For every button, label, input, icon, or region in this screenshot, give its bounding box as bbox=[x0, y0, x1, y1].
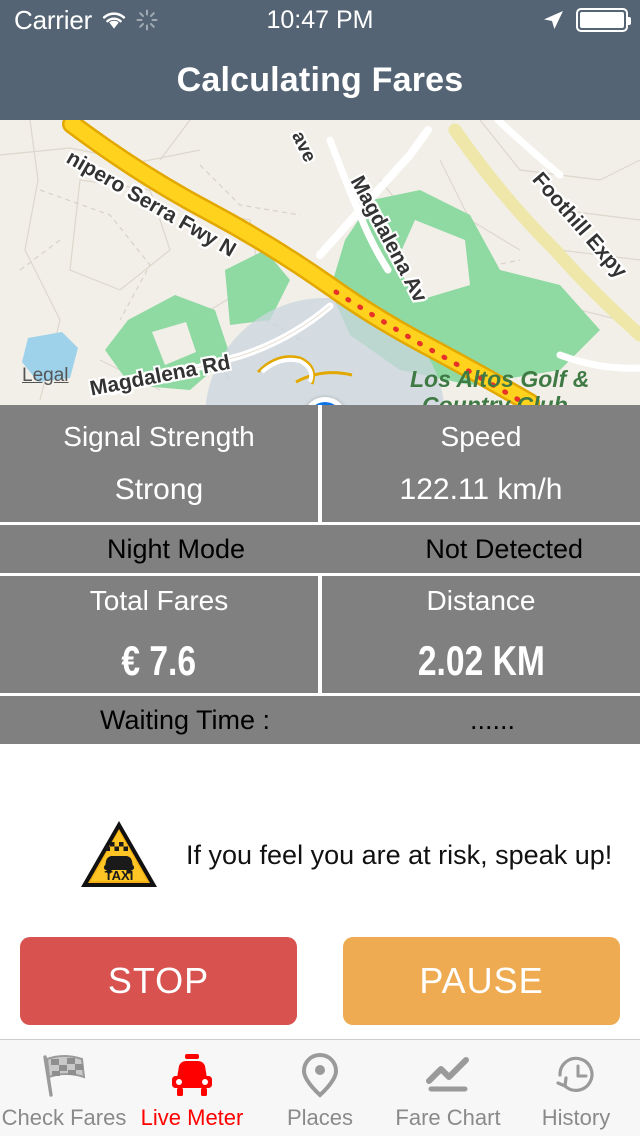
waiting-time-value: ...... bbox=[470, 705, 516, 735]
navigation-bar: Calculating Fares bbox=[0, 40, 640, 120]
metrics-row-fares-distance: Total Fares € 7.6 Distance 2.02 KM bbox=[0, 576, 640, 693]
page-title: Calculating Fares bbox=[176, 60, 464, 99]
map-canvas bbox=[0, 120, 640, 405]
tab-label-fare-chart: Fare Chart bbox=[395, 1105, 501, 1130]
signal-strength-label: Signal Strength bbox=[63, 420, 255, 452]
night-mode-label: Night Mode bbox=[107, 534, 246, 564]
pause-button[interactable]: PAUSE bbox=[343, 937, 620, 1025]
distance-value: 2.02 KM bbox=[417, 636, 545, 684]
speed-label: Speed bbox=[440, 420, 522, 452]
line-chart-icon bbox=[420, 1051, 476, 1099]
stop-button[interactable]: STOP bbox=[20, 937, 297, 1025]
tab-live-meter[interactable]: Live Meter bbox=[128, 1040, 256, 1136]
taxi-warning-triangle-icon: TAXI bbox=[77, 817, 161, 893]
waiting-time-cell bbox=[0, 696, 640, 744]
distance-cell: Distance 2.02 KM bbox=[322, 576, 640, 693]
metrics-row-signal-speed: Signal Strength Strong Speed 122.11 km/h bbox=[0, 405, 640, 522]
taxi-icon-text: TAXI bbox=[105, 868, 134, 883]
speed-cell: Speed 122.11 km/h bbox=[322, 405, 640, 522]
tab-label-history: History bbox=[541, 1105, 611, 1130]
tab-check-fares[interactable]: Check Fares bbox=[0, 1040, 128, 1136]
map-pin-icon bbox=[292, 1051, 348, 1099]
signal-strength-cell: Signal Strength Strong bbox=[0, 405, 318, 522]
taxi-car-icon bbox=[164, 1051, 220, 1099]
safety-warning: TAXI If you feel you are at risk, speak … bbox=[0, 800, 640, 910]
tab-places[interactable]: Places bbox=[256, 1040, 384, 1136]
location-arrow-icon bbox=[541, 8, 565, 32]
tab-label-places: Places bbox=[286, 1105, 354, 1130]
status-bar: Carrier 10:47 PM bbox=[0, 0, 640, 40]
waiting-time-label: Waiting Time : bbox=[100, 705, 271, 735]
metrics-row-night-mode: Night Mode Not Detected bbox=[0, 525, 640, 573]
status-bar-right bbox=[541, 0, 631, 40]
clock-label: 10:47 PM bbox=[266, 5, 374, 34]
tab-label-live-meter: Live Meter bbox=[140, 1105, 244, 1130]
safety-warning-text: If you feel you are at risk, speak up! bbox=[186, 839, 613, 870]
distance-label: Distance bbox=[426, 584, 536, 616]
tab-fare-chart[interactable]: Fare Chart bbox=[384, 1040, 512, 1136]
checkered-flag-icon bbox=[36, 1051, 92, 1099]
speed-value: 122.11 km/h bbox=[399, 472, 563, 506]
signal-strength-value: Strong bbox=[114, 472, 204, 506]
total-fares-cell: Total Fares € 7.6 bbox=[0, 576, 318, 693]
tab-label-check-fares: Check Fares bbox=[1, 1105, 127, 1130]
battery-full-icon bbox=[576, 8, 631, 32]
tab-history[interactable]: History bbox=[512, 1040, 640, 1136]
metrics-row-waiting-time: Waiting Time : ...... bbox=[0, 696, 640, 744]
total-fares-label: Total Fares bbox=[89, 584, 229, 616]
metrics-panel: Signal Strength Strong Speed 122.11 km/h… bbox=[0, 405, 640, 744]
map-view[interactable]: nipero Serra Fwy N Magdalena Rd Magdalen… bbox=[0, 120, 640, 405]
legal-link[interactable]: Legal bbox=[22, 365, 69, 387]
action-buttons: STOP PAUSE bbox=[0, 937, 640, 1025]
tab-bar: Check Fares Live Meter Places Fare Chart… bbox=[0, 1039, 640, 1136]
night-mode-value: Not Detected bbox=[425, 534, 583, 564]
app-screen: Carrier 10:47 PM Calculating Fares niper… bbox=[0, 0, 640, 1136]
total-fares-value: € 7.6 bbox=[121, 636, 197, 684]
clock-rewind-icon bbox=[548, 1051, 604, 1099]
